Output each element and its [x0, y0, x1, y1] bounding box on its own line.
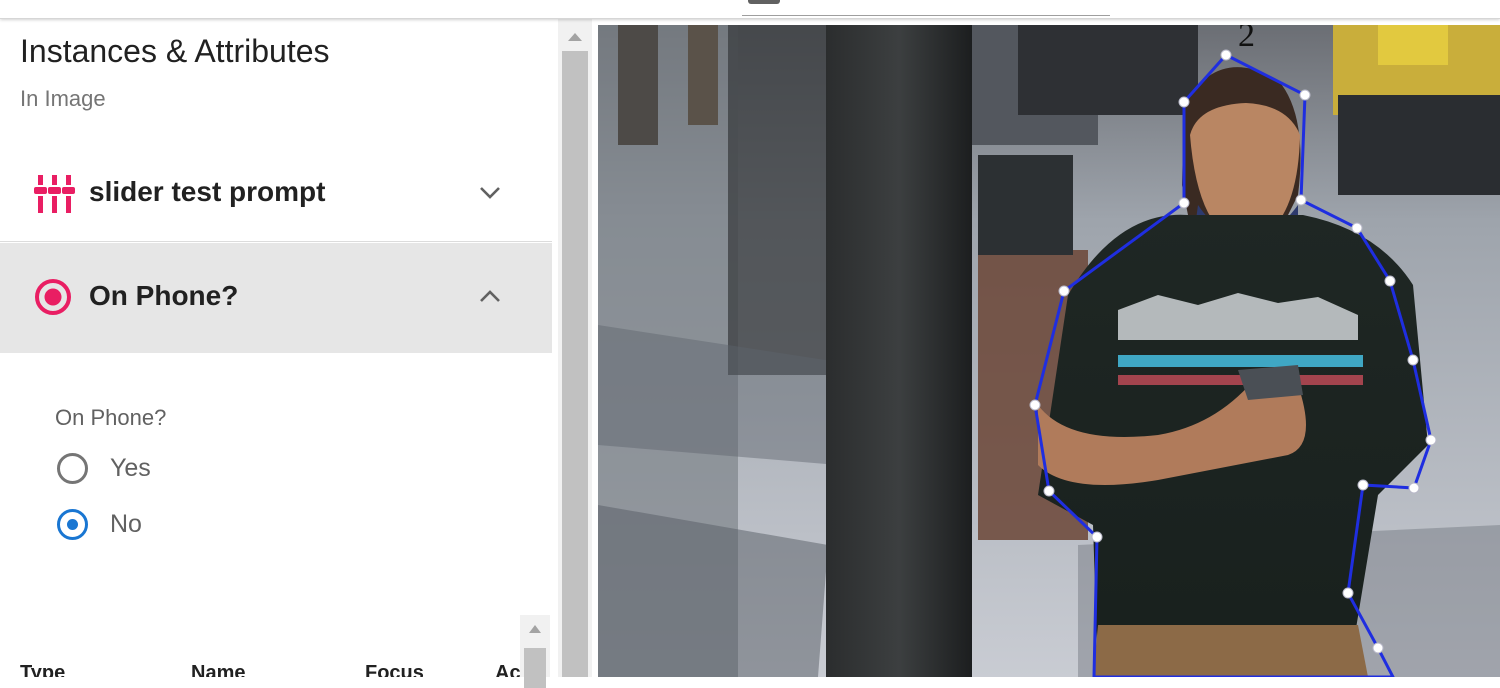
panel-scrollbar[interactable] — [558, 19, 592, 677]
slider-icon — [34, 175, 76, 218]
annotation-canvas[interactable]: 2 — [598, 25, 1500, 677]
radio-target-icon — [34, 278, 72, 321]
instances-attributes-panel: Instances & Attributes In Image slider t… — [0, 19, 552, 677]
instance-number-label: 2 — [1238, 25, 1255, 54]
radio-dot — [67, 519, 78, 530]
table-header-actions[interactable]: Ac — [495, 662, 521, 677]
street-photo — [598, 25, 1500, 677]
table-header-focus[interactable]: Focus — [365, 662, 424, 677]
top-toolbar — [0, 0, 1500, 19]
table-header-name[interactable]: Name — [191, 662, 245, 677]
chevron-down-icon[interactable] — [478, 185, 502, 206]
radio-option-no[interactable]: No — [57, 509, 257, 547]
section-slider-test-prompt[interactable]: slider test prompt — [0, 153, 552, 242]
section-on-phone[interactable]: On Phone? — [0, 243, 552, 353]
table-scrollbar[interactable] — [520, 615, 550, 688]
scroll-up-arrow-icon[interactable] — [568, 33, 582, 41]
attribute-question: On Phone? — [55, 405, 167, 430]
radio-label: Yes — [110, 454, 151, 482]
radio-option-yes[interactable]: Yes — [57, 453, 257, 491]
radio-unchecked-icon[interactable] — [57, 453, 88, 484]
panel-title: Instances & Attributes — [20, 33, 330, 69]
toolbar-underline — [742, 15, 1110, 16]
toolbar-handle[interactable] — [748, 0, 780, 4]
radio-label: No — [110, 510, 142, 538]
section-label: On Phone? — [89, 280, 239, 311]
scrollbar-thumb[interactable] — [562, 51, 588, 677]
scroll-up-arrow-icon[interactable] — [529, 625, 541, 633]
chevron-up-icon[interactable] — [478, 288, 502, 309]
radio-checked-icon[interactable] — [57, 509, 88, 540]
scrollbar-thumb[interactable] — [524, 648, 546, 688]
section-label: slider test prompt — [89, 176, 326, 207]
table-header-type[interactable]: Type — [20, 662, 65, 677]
panel-subtitle: In Image — [20, 86, 106, 111]
